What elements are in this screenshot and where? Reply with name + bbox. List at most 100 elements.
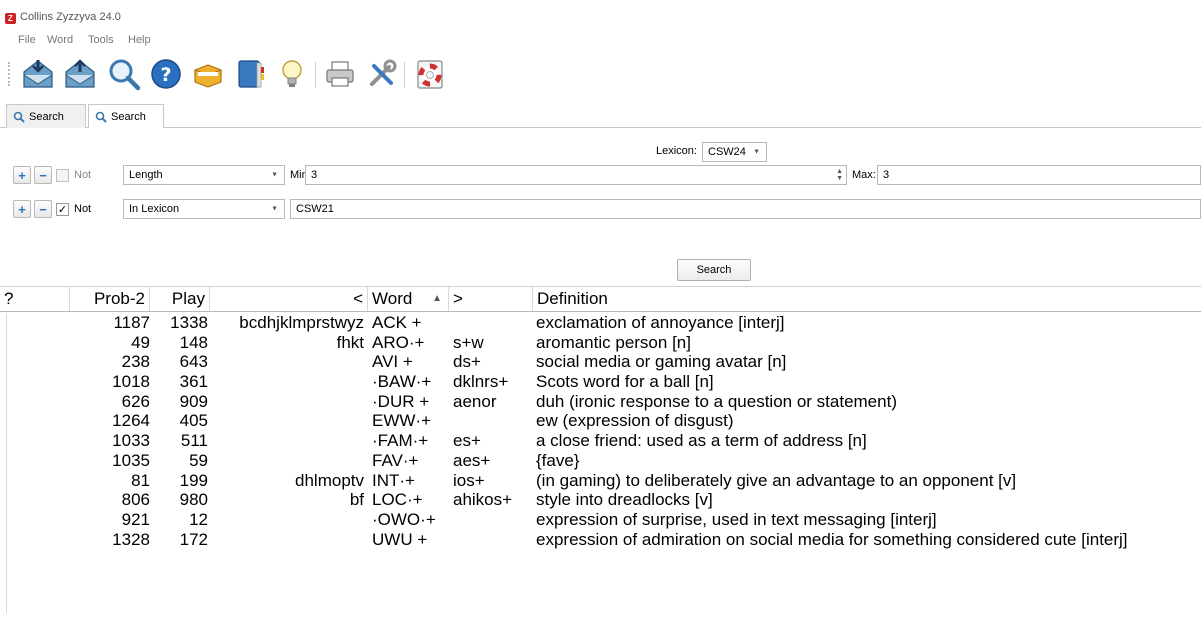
add-condition-button[interactable]: + — [13, 200, 31, 218]
toolbar-grip[interactable] — [8, 62, 14, 86]
chevron-down-icon: ▼ — [753, 148, 760, 156]
table-row[interactable]: 1187 1338 bcdhjklmprstwyz ACK + exclamation … — [0, 313, 1201, 333]
cell-probability: 1033 — [112, 431, 150, 451]
table-row[interactable]: 49 148 fhkt ARO·+ s+w aromantic person [n] — [0, 333, 1201, 353]
cell-front-hooks: dhlmoptv — [295, 470, 364, 490]
svg-text:?: ? — [160, 64, 171, 86]
table-row[interactable]: 806 980 bf LOC·+ ahikos+ style into dreadlock… — [0, 490, 1201, 510]
not-label: Not — [74, 203, 92, 215]
not-label: Not — [74, 169, 92, 181]
cell-probability: 1328 — [112, 529, 150, 549]
cell-word: INT·+ — [372, 470, 415, 490]
table-row[interactable]: 1328 172 UWU + expression of admiration on … — [0, 530, 1201, 550]
min-spinbox[interactable]: 3 ▲ ▼ — [305, 165, 847, 185]
cell-playability: 511 — [180, 431, 208, 451]
chevron-down-icon: ▼ — [271, 171, 278, 179]
add-condition-button[interactable]: + — [13, 166, 31, 184]
cell-back-hooks: ios+ — [453, 470, 485, 490]
table-row[interactable]: 626 909 ·DUR + aenor duh (ironic response to… — [0, 392, 1201, 412]
cell-front-hooks: bf — [349, 490, 364, 510]
cell-probability: 806 — [121, 490, 150, 510]
col-header-prob[interactable]: Prob-2 — [70, 287, 150, 311]
cell-playability: 405 — [179, 411, 208, 431]
search-button[interactable]: Search — [677, 259, 751, 281]
tab-search-1[interactable]: Search — [6, 104, 86, 128]
col-header-back-hooks[interactable]: > — [449, 287, 533, 311]
cell-back-hooks: ds+ — [453, 352, 481, 372]
tab-search-2[interactable]: Search — [88, 104, 164, 129]
title-bar: Z Collins Zyzzyva 24.0 — [0, 0, 1201, 30]
lightbulb-icon[interactable] — [274, 56, 310, 92]
condition-type-value: Length — [129, 169, 163, 181]
not-checkbox[interactable]: ✓ — [56, 203, 69, 216]
search-icon — [95, 111, 107, 123]
condition-type-select[interactable]: Length ▼ — [123, 165, 285, 185]
print-icon[interactable] — [322, 56, 358, 92]
menu-help[interactable]: Help — [128, 34, 151, 46]
table-row[interactable]: 1018 361 ·BAW·+ dklnrs+ Scots word for a bal… — [0, 372, 1201, 392]
not-checkbox[interactable] — [56, 169, 69, 182]
lifebuoy-icon[interactable] — [412, 56, 448, 92]
new-quiz-icon[interactable] — [62, 56, 98, 92]
cell-word: AVI + — [372, 352, 413, 372]
col-header-play[interactable]: Play — [150, 287, 210, 311]
search-icon[interactable] — [106, 56, 142, 92]
cell-word: UWU + — [372, 529, 428, 549]
col-header-front-hooks[interactable]: < — [210, 287, 368, 311]
search-panel: Lexicon: CSW24 ▼ + − Not Length ▼ Min: 3… — [0, 128, 1201, 284]
max-spinbox[interactable]: 3 — [877, 165, 1201, 185]
lexicon-select[interactable]: CSW24 ▼ — [702, 142, 767, 162]
cell-playability: 172 — [179, 529, 208, 549]
cell-probability: 1018 — [112, 372, 150, 392]
menu-word[interactable]: Word — [47, 34, 73, 46]
sort-ascending-icon: ▲ — [432, 293, 442, 304]
results-table: ? Prob-2 Play < Word ▲ > Definition 1187… — [0, 286, 1201, 620]
cell-word: ARO·+ — [372, 332, 425, 352]
cell-word: LOC·+ — [372, 490, 423, 510]
lexicon-label: Lexicon: — [656, 145, 697, 157]
table-row[interactable]: 1033 511 ·FAM·+ es+ a close friend: used as … — [0, 431, 1201, 451]
condition-type-select[interactable]: In Lexicon ▼ — [123, 199, 285, 219]
cell-definition: (in gaming) to deliberately give an adva… — [536, 470, 1017, 490]
max-label: Max: — [852, 169, 876, 181]
app-logo-icon: Z — [5, 13, 16, 24]
table-row[interactable]: 1264 405 EWW·+ ew (expression of disgust) — [0, 411, 1201, 431]
tools-icon[interactable] — [364, 56, 400, 92]
menu-file[interactable]: File — [18, 34, 36, 46]
cell-word: ·OWO·+ — [372, 509, 436, 529]
cell-playability: 12 — [189, 509, 208, 529]
tab-bar: Search Search — [0, 102, 1201, 129]
col-header-definition[interactable]: Definition — [533, 287, 1201, 311]
search-icon — [13, 111, 25, 123]
cell-probability: 1187 — [113, 313, 150, 332]
cell-front-hooks: bcdhjklmprstwyz — [239, 313, 364, 332]
help-icon[interactable]: ? — [148, 56, 184, 92]
cell-word: ·FAM·+ — [372, 431, 429, 451]
spinner-arrows-icon[interactable]: ▲ ▼ — [836, 168, 843, 182]
cardbox-icon[interactable] — [190, 56, 226, 92]
book-icon[interactable] — [232, 56, 268, 92]
tab-label: Search — [29, 110, 64, 123]
cell-definition: expression of surprise, used in text mes… — [536, 509, 937, 529]
min-value: 3 — [311, 169, 318, 181]
menu-tools[interactable]: Tools — [88, 34, 114, 46]
remove-condition-button[interactable]: − — [34, 200, 52, 218]
table-row[interactable]: 1035 59 FAV·+ aes+ {fave} — [0, 451, 1201, 471]
table-row[interactable]: 921 12 ·OWO·+ expression of surprise, used … — [0, 510, 1201, 530]
cell-word: ACK + — [372, 313, 422, 332]
lexicon-condition-select[interactable]: CSW21 — [290, 199, 1201, 219]
table-row[interactable]: 81 199 dhlmoptv INT·+ ios+ (in gaming) to del… — [0, 471, 1201, 491]
toolbar: ? — [0, 52, 1201, 98]
new-search-icon[interactable] — [20, 56, 56, 92]
col-header-word[interactable]: Word ▲ — [368, 287, 449, 311]
cell-probability: 626 — [121, 391, 150, 411]
table-row[interactable]: 238 643 AVI + ds+ social media or gaming ava… — [0, 352, 1201, 372]
col-header-marker[interactable]: ? — [0, 287, 70, 311]
remove-condition-button[interactable]: − — [34, 166, 52, 184]
window-title: Collins Zyzzyva 24.0 — [20, 11, 121, 23]
cell-probability: 1035 — [112, 450, 150, 470]
cell-probability: 921 — [121, 509, 150, 529]
lexicon-condition-value: CSW21 — [296, 203, 334, 215]
cell-back-hooks: es+ — [453, 431, 481, 451]
cell-playability: 1338 — [170, 313, 208, 332]
